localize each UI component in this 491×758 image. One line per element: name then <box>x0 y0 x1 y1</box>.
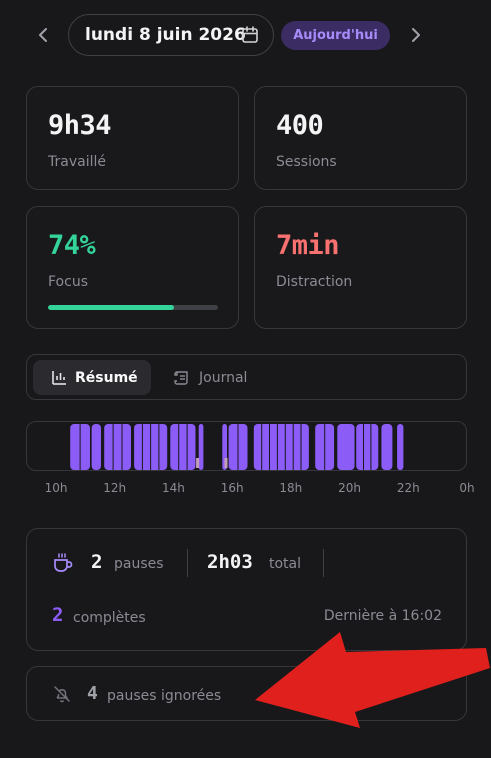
next-day-button[interactable] <box>404 24 426 46</box>
distraction-label: Distraction <box>276 274 353 290</box>
last-pause-label: Dernière à 16:02 <box>323 608 442 624</box>
tab-resume[interactable]: Résumé <box>33 360 151 395</box>
timeline-axis: 10h 12h 14h 16h 18h 20h 22h 0h <box>0 481 491 497</box>
date-label: lundi 8 juin 2026 <box>85 25 246 45</box>
timeline-block <box>397 424 404 470</box>
coffee-icon <box>54 553 73 572</box>
focus-progress-fill <box>48 305 174 310</box>
tab-journal-label: Journal <box>199 369 248 386</box>
chevron-right-icon <box>412 28 420 42</box>
bell-off-icon <box>54 686 70 703</box>
complete-count: 2 <box>52 604 64 626</box>
tab-resume-label: Résumé <box>75 369 138 386</box>
timeline-block <box>91 424 101 470</box>
ignored-label: pauses ignorées <box>107 688 222 704</box>
pauses-label: pauses <box>114 556 164 572</box>
chevron-left-icon <box>39 28 47 42</box>
sessions-label: Sessions <box>276 154 337 170</box>
focus-label: Focus <box>48 274 88 290</box>
distraction-card: 7min Distraction <box>254 206 467 329</box>
worked-label: Travaillé <box>48 154 106 170</box>
pauses-count: 2 <box>91 551 103 573</box>
divider <box>323 549 324 577</box>
timeline-tick-label: 18h <box>279 481 303 495</box>
pauses-total-label: total <box>269 556 302 572</box>
timeline-chart <box>70 424 404 470</box>
bar-chart-icon <box>52 370 66 385</box>
timeline-block <box>198 424 204 470</box>
timeline-pause-mark <box>224 458 228 468</box>
complete-label: complètes <box>73 610 146 626</box>
timeline-tick-label: 20h <box>338 481 361 495</box>
divider <box>187 549 188 577</box>
timeline-tick-label: 10h <box>44 481 68 495</box>
activity-timeline <box>26 421 467 471</box>
timeline-pause-mark <box>196 458 200 468</box>
timeline-tick-label: 22h <box>396 481 420 495</box>
view-tabs: Résumé Journal <box>26 354 467 400</box>
timeline-tick-label: 12h <box>103 481 127 495</box>
timeline-block <box>337 424 355 470</box>
distraction-value: 7min <box>276 230 340 261</box>
timeline-block <box>170 424 196 470</box>
today-button[interactable]: Aujourd'hui <box>281 21 390 50</box>
sessions-value: 400 <box>276 110 324 141</box>
focus-card: 74% Focus <box>26 206 239 329</box>
timeline-block <box>104 424 131 470</box>
ignored-count: 4 <box>87 683 98 704</box>
prev-day-button[interactable] <box>33 24 55 46</box>
focus-value: 74% <box>48 230 96 261</box>
pauses-card: 2 pauses 2h03 total 2 complètes Dernière… <box>26 528 467 651</box>
calendar-icon <box>242 26 258 43</box>
ignored-pauses-card[interactable]: 4 pauses ignorées <box>26 666 467 721</box>
timeline-tick-label: 0h <box>459 481 475 495</box>
timeline-tick-label: 14h <box>161 481 185 495</box>
scroll-icon <box>174 370 188 385</box>
worked-value: 9h34 <box>48 110 112 141</box>
timeline-block <box>356 424 379 470</box>
worked-card: 9h34 Travaillé <box>26 86 239 190</box>
pauses-total: 2h03 <box>207 551 253 573</box>
timeline-block <box>381 424 393 470</box>
tab-journal[interactable]: Journal <box>167 360 277 395</box>
sessions-card: 400 Sessions <box>254 86 467 190</box>
timeline-tick-label: 16h <box>220 481 244 495</box>
focus-progress-bar <box>48 305 218 310</box>
date-picker[interactable]: lundi 8 juin 2026 <box>68 14 274 56</box>
